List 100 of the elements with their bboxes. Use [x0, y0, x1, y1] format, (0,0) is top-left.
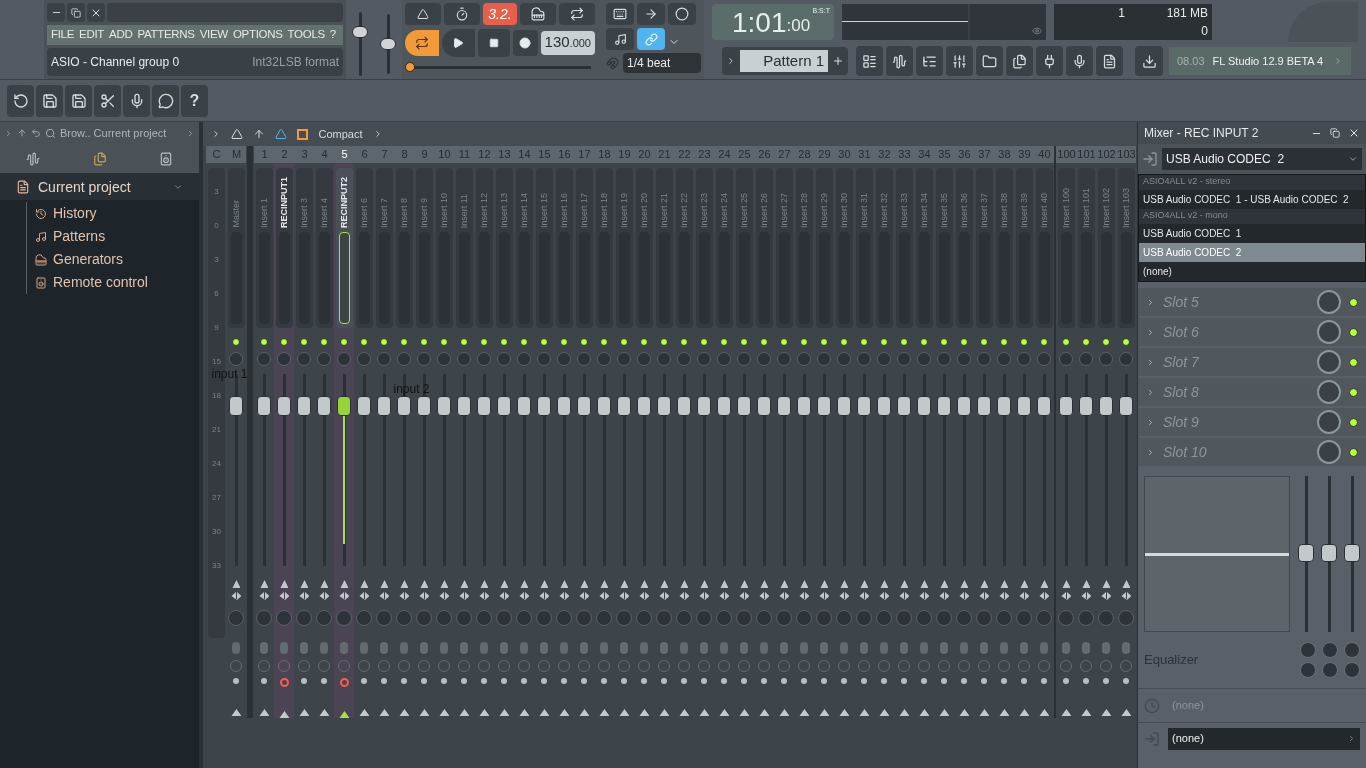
window-button[interactable] [1096, 46, 1123, 77]
volume-fader[interactable] [795, 374, 814, 566]
close-button[interactable] [87, 3, 105, 22]
record-arm-icon[interactable] [521, 678, 528, 684]
track-number[interactable]: 28 [794, 146, 815, 163]
square-icon[interactable] [297, 128, 309, 140]
track-number[interactable]: 40 [1034, 146, 1055, 163]
record-arm-icon[interactable] [981, 678, 988, 684]
volume-fader[interactable] [755, 374, 774, 566]
enable-led[interactable] [420, 338, 429, 346]
volume-fader[interactable] [695, 374, 714, 566]
track-name[interactable]: Insert 23 [697, 192, 712, 228]
track-number[interactable]: 35 [934, 146, 955, 163]
tempo-field[interactable]: 130.000 [540, 31, 595, 55]
track-name[interactable]: Insert 33 [897, 192, 912, 228]
pattern-selector[interactable]: Pattern 1 [722, 47, 848, 76]
enable-led[interactable] [660, 338, 669, 346]
track-number[interactable]: 22 [674, 146, 695, 163]
record-arm-icon[interactable] [1103, 678, 1110, 684]
enable-led[interactable] [1040, 338, 1049, 346]
record-arm-icon[interactable] [1021, 678, 1028, 684]
enable-led[interactable] [560, 338, 569, 346]
track-number[interactable]: 5 [334, 146, 355, 163]
menu-option[interactable]: USB Audio CODEC 1 [1139, 224, 1365, 243]
enable-led[interactable] [340, 338, 349, 346]
record-arm-icon[interactable] [561, 678, 568, 684]
mixer-button[interactable] [946, 46, 973, 77]
volume-fader[interactable] [635, 374, 654, 566]
track-number[interactable]: 20 [634, 146, 655, 163]
effect-slot[interactable]: Slot 7 [1138, 348, 1366, 376]
slot-led[interactable] [1349, 357, 1358, 367]
track-name[interactable]: Insert 25 [737, 192, 752, 228]
countdown-display[interactable]: 3.2. [483, 3, 517, 25]
track-number[interactable]: 8 [394, 146, 415, 163]
record-arm-icon[interactable] [961, 678, 968, 684]
enable-led[interactable] [260, 338, 269, 346]
enable-led[interactable] [620, 338, 629, 346]
track-number[interactable]: 18 [594, 146, 615, 163]
record-arm-icon[interactable] [801, 678, 808, 684]
enable-led[interactable] [820, 338, 829, 346]
volume-fader[interactable] [375, 374, 394, 566]
track-name[interactable]: Insert 11 [457, 193, 472, 228]
arrow-button[interactable] [637, 3, 665, 25]
record-arm-icon[interactable] [421, 678, 428, 684]
record-arm-icon[interactable] [381, 678, 388, 684]
effect-slot[interactable]: Slot 5 [1138, 288, 1366, 316]
enable-led[interactable] [960, 338, 969, 346]
track-number[interactable]: 16 [554, 146, 575, 163]
record-arm-icon[interactable] [233, 678, 240, 684]
slot-led[interactable] [1349, 387, 1358, 397]
track-name[interactable]: Insert 29 [817, 192, 832, 228]
wait-button[interactable] [444, 3, 480, 25]
mix-knob[interactable] [1317, 350, 1341, 374]
track-number[interactable]: 21 [654, 146, 675, 163]
track-name[interactable]: Insert 36 [957, 192, 972, 228]
mix-knob[interactable] [1317, 410, 1341, 434]
record-button[interactable] [512, 30, 538, 56]
record-arm-icon[interactable] [541, 678, 548, 684]
volume-fader[interactable] [775, 374, 794, 566]
volume-fader[interactable] [1117, 374, 1136, 566]
record-arm-icon[interactable] [641, 678, 648, 684]
eq-knob[interactable] [1344, 642, 1360, 658]
enable-led[interactable] [760, 338, 769, 346]
track-number[interactable]: 13 [494, 146, 515, 163]
browser-item[interactable]: History [53, 203, 97, 224]
track-name[interactable]: Insert 18 [597, 192, 612, 228]
track-name[interactable]: Insert 15 [537, 192, 552, 228]
eq-band-fader[interactable] [1321, 476, 1337, 632]
track-number[interactable]: 17 [574, 146, 595, 163]
save-button[interactable] [36, 84, 63, 117]
track-name[interactable]: Insert 6 [357, 198, 372, 228]
eq-knob[interactable] [1300, 642, 1316, 658]
effect-slot[interactable]: Slot 6 [1138, 318, 1366, 346]
track-name[interactable]: Insert 19 [617, 192, 632, 228]
track-number[interactable]: 36 [954, 146, 975, 163]
enable-led[interactable] [460, 338, 469, 346]
volume-fader[interactable] [855, 374, 874, 566]
enable-led[interactable] [380, 338, 389, 346]
enable-led[interactable] [800, 338, 809, 346]
enable-led[interactable] [1102, 338, 1111, 346]
knob-button[interactable] [668, 3, 696, 25]
enable-led[interactable] [900, 338, 909, 346]
record-arm-icon[interactable] [661, 678, 668, 684]
track-number[interactable]: 37 [974, 146, 995, 163]
volume-fader[interactable] [315, 374, 334, 566]
volume-fader[interactable] [875, 374, 894, 566]
record-arm-icon[interactable] [721, 678, 728, 684]
enable-led[interactable] [640, 338, 649, 346]
track-name[interactable]: Master [229, 200, 244, 228]
track-number[interactable]: 34 [914, 146, 935, 163]
menu-option[interactable]: (none) [1139, 262, 1365, 281]
enable-led[interactable] [600, 338, 609, 346]
track-name[interactable]: Insert 28 [797, 192, 812, 228]
volume-fader[interactable] [575, 374, 594, 566]
menu-item[interactable]: ? [329, 26, 336, 44]
volume-fader[interactable] [835, 374, 854, 566]
track-name[interactable]: Insert 35 [937, 192, 952, 228]
volume-fader[interactable] [995, 374, 1014, 566]
record-arm-icon[interactable] [401, 678, 408, 684]
menu-item[interactable]: TOOLS [287, 26, 325, 44]
